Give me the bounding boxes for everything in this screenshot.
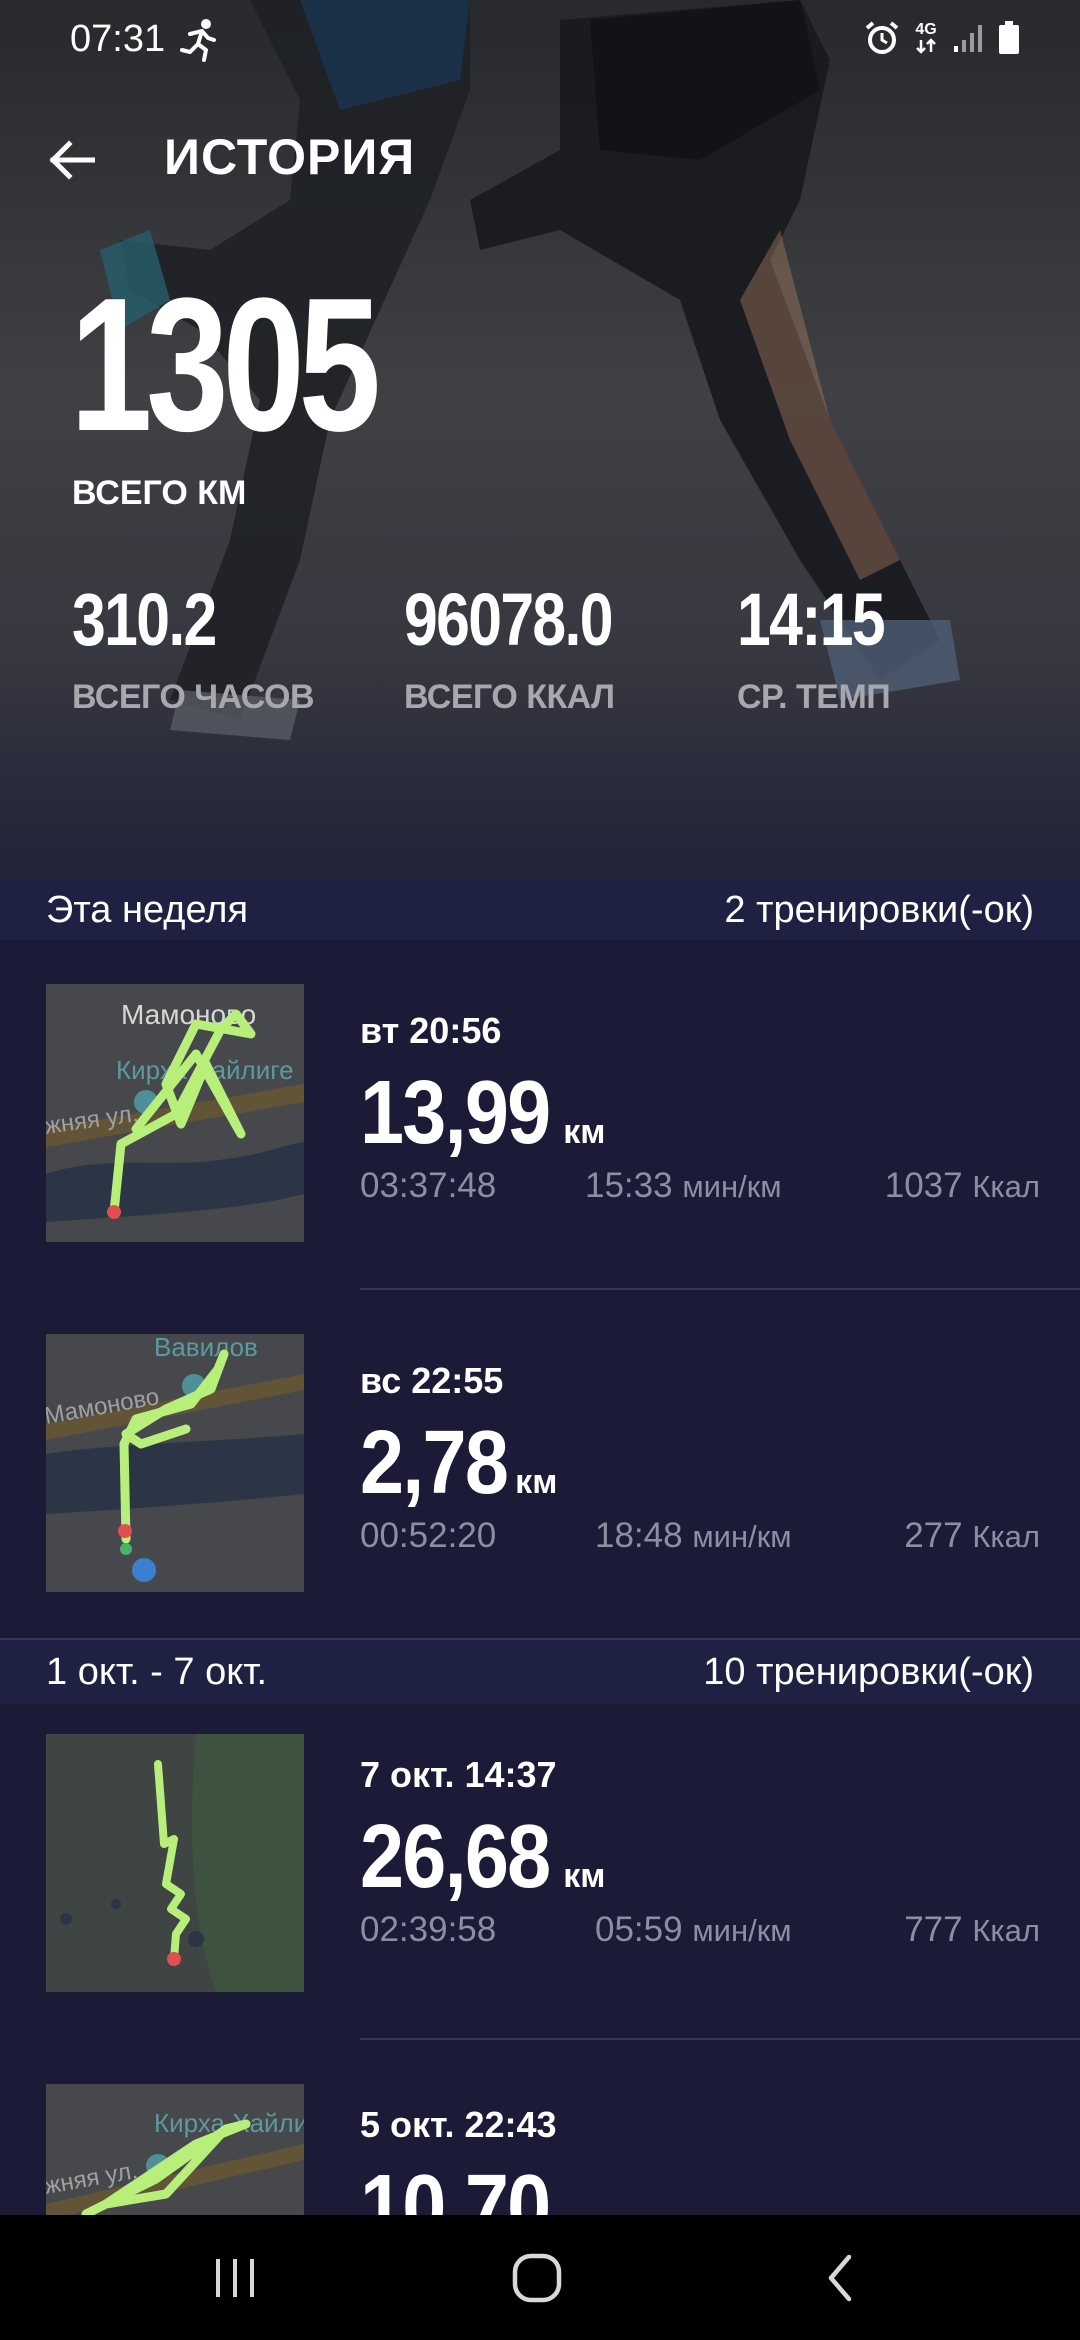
hero-banner: 07:31 4G ИСТОРИЯ 1305 ВСЕГО КМ 310.2 ВСЕ… bbox=[0, 0, 1080, 880]
page-title: ИСТОРИЯ bbox=[164, 129, 416, 185]
route-map-thumbnail bbox=[46, 1734, 304, 1992]
kcal-value: 1037 bbox=[884, 1166, 963, 1205]
distance-value: 10,70 bbox=[360, 2157, 551, 2215]
status-icons: 4G bbox=[864, 20, 1020, 56]
workout-info: вс 22:55 2,78 км 00:52:20 18:48 мин/км 2… bbox=[360, 1360, 1040, 1560]
workout-distance: 26,68 км bbox=[360, 1806, 1040, 1907]
route-map-thumbnail: Мамоново Кирха Хайлиге жняя ул. bbox=[46, 984, 304, 1242]
section-workout-count: 2 тренировки(-ок) bbox=[724, 888, 1034, 931]
network-type-label: 4G bbox=[915, 21, 937, 38]
workout-info: 5 окт. 22:43 10,70 км bbox=[360, 2104, 1040, 2215]
workout-item[interactable]: 7 окт. 14:37 26,68 км 02:39:58 05:59 мин… bbox=[0, 1704, 1080, 2054]
stat-value: 310.2 bbox=[72, 578, 217, 661]
status-bar: 07:31 4G bbox=[0, 0, 1080, 84]
workout-duration: 03:37:48 bbox=[360, 1166, 497, 1205]
battery-icon bbox=[999, 21, 1019, 54]
workout-distance: 10,70 км bbox=[360, 2156, 1040, 2215]
stat-label: ВСЕГО ЧАСОВ bbox=[72, 678, 315, 716]
map-label: Вавилов bbox=[154, 1334, 258, 1362]
section-title: Эта неделя bbox=[46, 888, 249, 931]
workout-date: 5 окт. 22:43 bbox=[360, 2104, 557, 2145]
kcal-value: 777 bbox=[904, 1910, 963, 1949]
stat-total-hours: 310.2 ВСЕГО ЧАСОВ bbox=[72, 578, 315, 717]
recents-icon bbox=[216, 2258, 254, 2297]
total-km-label: ВСЕГО КМ bbox=[72, 474, 247, 512]
workout-info: вт 20:56 13,99 км 03:37:48 15:33 мин/км … bbox=[360, 1010, 1040, 1210]
workout-pace: 15:33 мин/км bbox=[585, 1166, 782, 1206]
workout-duration: 02:39:58 bbox=[360, 1910, 497, 1949]
workout-date: 7 окт. 14:37 bbox=[360, 1754, 557, 1795]
status-time: 07:31 bbox=[70, 18, 166, 60]
distance-unit: км bbox=[563, 1857, 606, 1895]
route-start-marker bbox=[107, 1205, 121, 1219]
route-start-marker bbox=[167, 1952, 181, 1966]
workout-distance: 13,99 км bbox=[360, 1062, 1040, 1163]
distance-value: 13,99 bbox=[360, 1063, 551, 1163]
stat-value: 14:15 bbox=[737, 578, 886, 661]
workout-date: вс 22:55 bbox=[360, 1360, 504, 1401]
workout-distance: 2,78 км bbox=[360, 1412, 1040, 1513]
workout-pace: 05:59 мин/км bbox=[595, 1910, 792, 1950]
route-map-thumbnail: Вавилов Мамоново bbox=[46, 1334, 304, 1592]
workout-stats: 02:39:58 05:59 мин/км 777 Ккал bbox=[360, 1910, 1040, 1954]
workout-kcal: 777 Ккал bbox=[904, 1910, 1040, 1950]
workout-item[interactable]: Кирха Хайли жняя ул. 5 окт. 22:43 10,70 … bbox=[0, 2054, 1080, 2215]
pace-value: 05:59 bbox=[595, 1910, 683, 1949]
kcal-unit: Ккал bbox=[972, 1913, 1040, 1948]
pace-value: 15:33 bbox=[585, 1166, 673, 1205]
stat-label: СР. ТЕМП bbox=[737, 678, 891, 716]
workout-stats: 00:52:20 18:48 мин/км 277 Ккал bbox=[360, 1516, 1040, 1560]
pace-value: 18:48 bbox=[595, 1516, 683, 1555]
route-start-marker bbox=[118, 1524, 132, 1538]
workout-kcal: 277 Ккал bbox=[904, 1516, 1040, 1556]
distance-value: 2,78 bbox=[360, 1413, 509, 1513]
kcal-unit: Ккал bbox=[972, 1169, 1040, 1204]
app-bar: ИСТОРИЯ bbox=[0, 110, 1080, 210]
home-button[interactable] bbox=[477, 2240, 597, 2315]
stat-value: 96078.0 bbox=[404, 578, 614, 661]
distance-value: 26,68 bbox=[360, 1807, 551, 1907]
running-activity-icon bbox=[180, 19, 216, 62]
system-back-button[interactable] bbox=[780, 2240, 900, 2315]
route-map-thumbnail: Кирха Хайли жняя ул. bbox=[46, 2084, 304, 2215]
kcal-value: 277 bbox=[904, 1516, 963, 1555]
workout-history-list[interactable]: Эта неделя 2 тренировки(-ок) Мамоново Ки… bbox=[0, 880, 1080, 2215]
workout-item[interactable]: Вавилов Мамоново вс 22:55 2,78 км 00:52:… bbox=[0, 1290, 1080, 1638]
system-navigation-bar bbox=[0, 2215, 1080, 2340]
divider bbox=[360, 2038, 1080, 2040]
network-type-icon: 4G bbox=[914, 22, 938, 54]
back-button[interactable] bbox=[40, 128, 104, 192]
workout-duration: 00:52:20 bbox=[360, 1516, 497, 1555]
pace-unit: мин/км bbox=[692, 1913, 792, 1948]
stat-total-kcal: 96078.0 ВСЕГО ККАЛ bbox=[404, 580, 658, 717]
alarm-icon bbox=[865, 21, 899, 54]
pace-unit: мин/км bbox=[692, 1519, 792, 1554]
distance-unit: км bbox=[563, 1113, 606, 1151]
chevron-left-icon bbox=[828, 2254, 852, 2301]
arrow-left-icon bbox=[49, 140, 95, 180]
kcal-unit: Ккал bbox=[972, 1519, 1040, 1554]
stat-avg-pace: 14:15 СР. ТЕМП bbox=[737, 580, 916, 717]
section-header: Эта неделя 2 тренировки(-ок) bbox=[0, 880, 1080, 940]
route-end-marker bbox=[120, 1543, 132, 1555]
recents-button[interactable] bbox=[175, 2240, 295, 2315]
workout-pace: 18:48 мин/км bbox=[595, 1516, 792, 1556]
workout-stats: 03:37:48 15:33 мин/км 1037 Ккал bbox=[360, 1166, 1040, 1210]
distance-unit: км bbox=[563, 2207, 605, 2215]
workout-kcal: 1037 Ккал bbox=[885, 1166, 1040, 1206]
workout-info: 7 окт. 14:37 26,68 км 02:39:58 05:59 мин… bbox=[360, 1754, 1040, 1954]
pace-unit: мин/км bbox=[682, 1169, 782, 1204]
home-icon bbox=[512, 2253, 562, 2302]
stat-label: ВСЕГО ККАЛ bbox=[404, 678, 615, 716]
section-title: 1 окт. - 7 окт. bbox=[46, 1650, 268, 1693]
section-workout-count: 10 тренировки(-ок) bbox=[703, 1650, 1034, 1693]
signal-icon bbox=[954, 25, 982, 52]
workout-item[interactable]: Мамоново Кирха Хайлиге жняя ул. вт 20:56… bbox=[0, 940, 1080, 1290]
total-km-value: 1305 bbox=[70, 259, 381, 471]
workout-date: вт 20:56 bbox=[360, 1010, 502, 1051]
section-header: 1 окт. - 7 окт. 10 тренировки(-ок) bbox=[0, 1638, 1080, 1704]
distance-unit: км bbox=[515, 1463, 558, 1501]
